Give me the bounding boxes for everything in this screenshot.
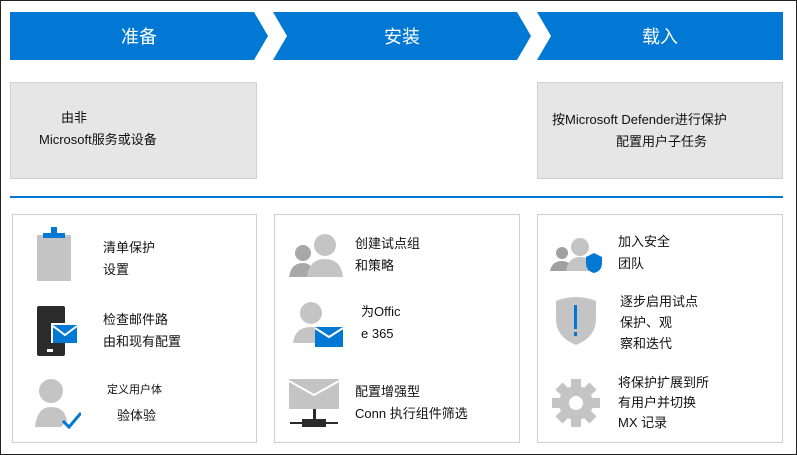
phase-label: 准备 <box>121 27 157 47</box>
item-text: 创建试点组 <box>355 236 421 251</box>
list-item: 配置增强型 Conn 执行组件筛选 <box>275 379 519 449</box>
mail-network-icon <box>288 379 340 427</box>
phase-prepare: 准备 <box>10 12 268 60</box>
prepare-panel: 清单保护设置 检查邮件路由和现有配置 定义用户体验体验 <box>12 214 257 443</box>
phone-mail-icon <box>37 306 79 356</box>
phase-setup: 安装 <box>273 12 531 60</box>
list-item: 将保护扩展到所 有用户并切换 MX 记录 <box>538 375 782 445</box>
phase-onboard: 载入 <box>537 12 783 60</box>
summary-line: 按Microsoft Defender进行保护 <box>552 112 727 127</box>
item-text: 定义用户体 <box>107 384 162 396</box>
item-text: 将保护扩展到所 <box>618 375 710 390</box>
item-text: 检查邮件路 <box>103 312 169 327</box>
list-item: 为Offic e 365 <box>275 301 519 371</box>
user-mail-icon <box>293 302 343 347</box>
item-text: 逐步启用试点 <box>620 294 699 309</box>
item-text: Conn 执行组件筛选 <box>355 406 468 421</box>
list-item: 逐步启用试点 保护、观察和迭代 <box>538 293 782 363</box>
list-item: 检查邮件路由和现有配置 <box>13 303 256 373</box>
prepare-summary-box: 由非 Microsoft服务或设备 <box>10 82 257 179</box>
item-text: e 365 <box>361 326 394 341</box>
phase-label: 载入 <box>642 27 678 47</box>
item-text: 配置增强型 <box>355 384 421 399</box>
item-text: 为Offic <box>361 304 401 319</box>
list-item: 创建试点组 和策略 <box>275 231 519 301</box>
clipboard-icon <box>37 227 71 281</box>
users-shield-icon <box>550 238 602 273</box>
list-item: 定义用户体 验体验 <box>13 377 256 447</box>
divider-line <box>10 196 783 198</box>
shield-alert-icon <box>556 297 596 345</box>
item-text: 清单保护 <box>103 240 156 255</box>
users-icon <box>289 234 343 277</box>
item-text: 察和迭代 <box>620 336 673 351</box>
item-text: 和策略 <box>355 258 395 273</box>
summary-line: 配置用户子任务 <box>616 134 708 149</box>
list-item: 清单保护 设置 <box>13 227 256 297</box>
item-text: 加入安全 <box>618 234 671 249</box>
user-check-icon <box>35 379 81 430</box>
summary-line: Microsoft服务或设备 <box>39 132 157 147</box>
item-text: 团队 <box>618 256 645 271</box>
item-text: 设置 <box>103 262 130 277</box>
onboard-panel: 加入安全团队 逐步启用试点 保护、观察和迭代 将保护扩展到所 有用户并切换 MX 记录 <box>537 214 783 443</box>
item-text: 验体验 <box>117 408 157 423</box>
gear-icon <box>552 379 600 427</box>
item-text: 由和现有配置 <box>103 334 182 349</box>
summary-line: 由非 <box>61 110 88 125</box>
item-text: MX 记录 <box>618 415 668 430</box>
phase-label: 安装 <box>384 27 420 47</box>
setup-panel: 创建试点组和策略 为Offic e 365 配置增强型 Conn 执行组件筛选 <box>274 214 520 443</box>
item-text: 保护、观 <box>620 315 673 330</box>
onboard-summary-box: 按Microsoft Defender进行保护 配置用户子任务 <box>537 82 783 179</box>
item-text: 有用户并切换 <box>618 395 697 410</box>
